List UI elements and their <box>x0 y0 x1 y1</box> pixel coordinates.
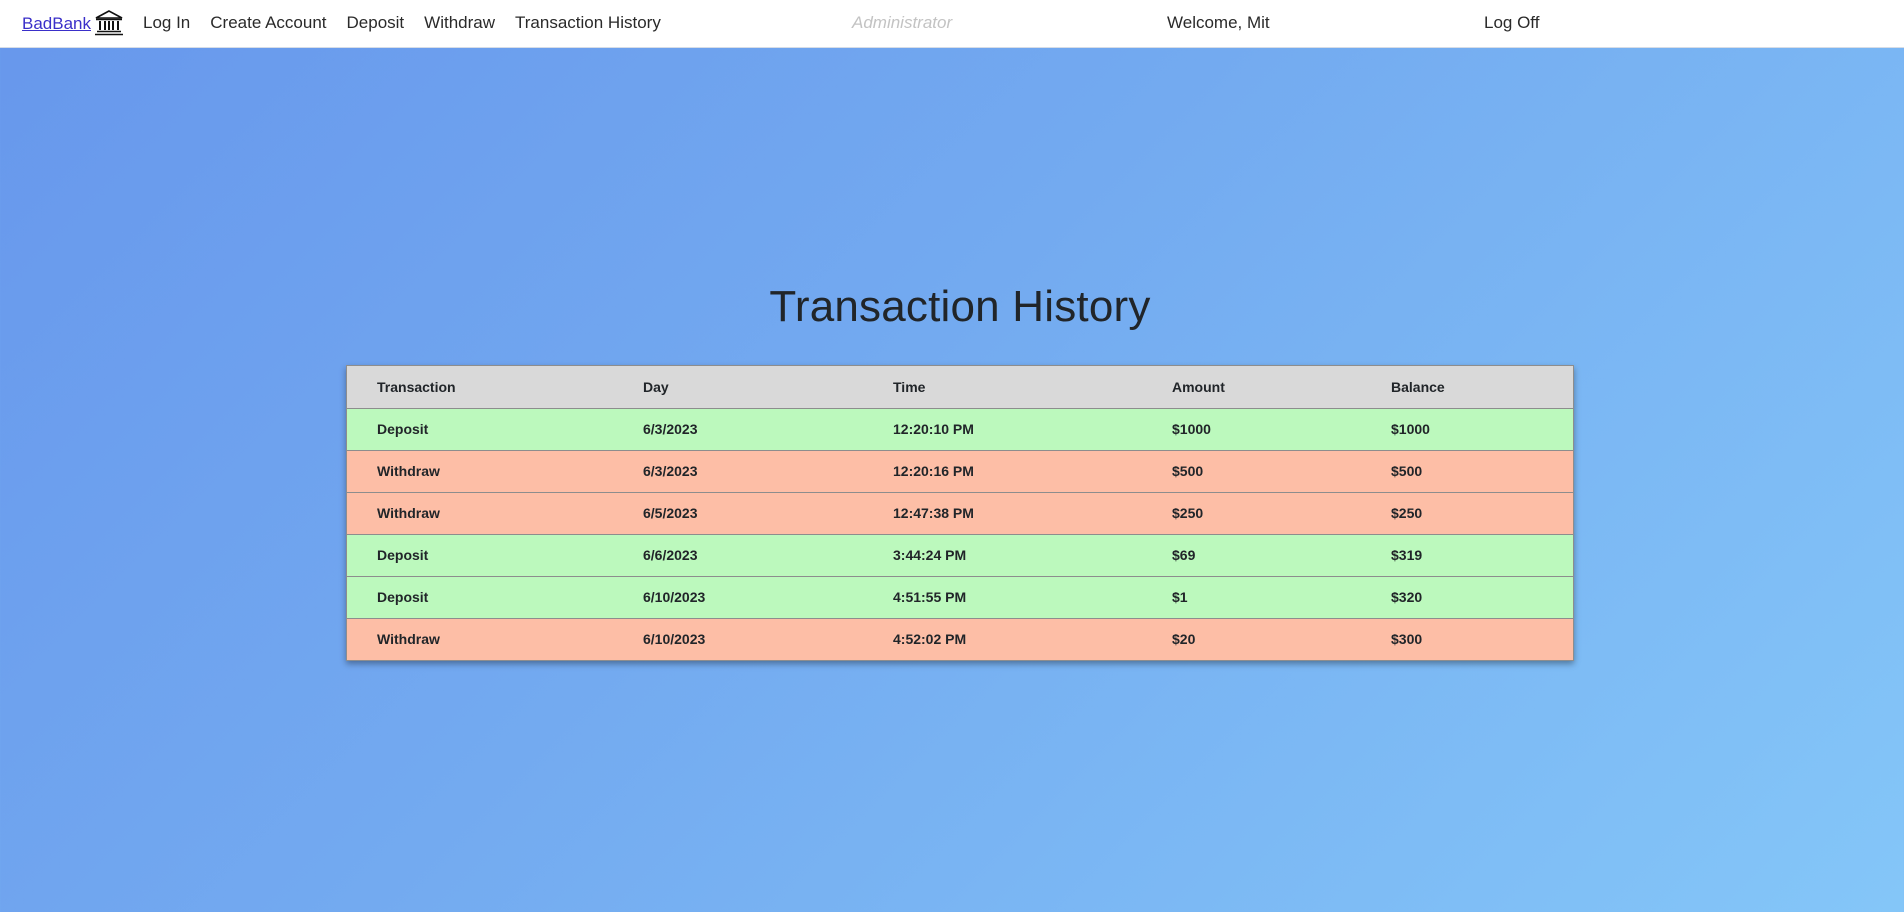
cell-balance: $250 <box>1391 492 1573 535</box>
nav-login[interactable]: Log In <box>143 13 190 33</box>
brand-label[interactable]: BadBank <box>22 14 91 34</box>
cell-time: 12:47:38 PM <box>893 492 1172 535</box>
bank-icon[interactable] <box>94 10 124 36</box>
nav-withdraw[interactable]: Withdraw <box>424 13 495 33</box>
column-header-amount: Amount <box>1172 366 1391 409</box>
column-header-transaction: Transaction <box>347 366 643 409</box>
column-header-balance: Balance <box>1391 366 1573 409</box>
column-header-day: Day <box>643 366 893 409</box>
cell-transaction: Withdraw <box>347 492 643 535</box>
cell-balance: $1000 <box>1391 408 1573 451</box>
cell-day: 6/10/2023 <box>643 576 893 619</box>
cell-balance: $320 <box>1391 576 1573 619</box>
cell-transaction: Deposit <box>347 534 643 577</box>
table-row: Withdraw 6/5/2023 12:47:38 PM $250 $250 <box>347 492 1573 535</box>
table-row: Deposit 6/6/2023 3:44:24 PM $69 $319 <box>347 534 1573 577</box>
logoff-link[interactable]: Log Off <box>1484 13 1539 33</box>
cell-amount: $69 <box>1172 534 1391 577</box>
cell-time: 12:20:16 PM <box>893 450 1172 493</box>
cell-time: 4:52:02 PM <box>893 618 1172 660</box>
cell-amount: $250 <box>1172 492 1391 535</box>
cell-time: 12:20:10 PM <box>893 408 1172 451</box>
cell-day: 6/10/2023 <box>643 618 893 660</box>
column-header-time: Time <box>893 366 1172 409</box>
nav-create-account[interactable]: Create Account <box>210 13 326 33</box>
cell-amount: $500 <box>1172 450 1391 493</box>
cell-balance: $319 <box>1391 534 1573 577</box>
table-row: Deposit 6/3/2023 12:20:10 PM $1000 $1000 <box>347 408 1573 451</box>
nav-transaction-history[interactable]: Transaction History <box>515 13 661 33</box>
cell-time: 3:44:24 PM <box>893 534 1172 577</box>
navbar: BadBank Log In Create Account Deposit Wi… <box>0 0 1904 48</box>
cell-time: 4:51:55 PM <box>893 576 1172 619</box>
cell-day: 6/5/2023 <box>643 492 893 535</box>
nav-deposit[interactable]: Deposit <box>347 13 405 33</box>
cell-amount: $1 <box>1172 576 1391 619</box>
nav-links: Log In Create Account Deposit Withdraw T… <box>143 13 681 33</box>
cell-day: 6/3/2023 <box>643 450 893 493</box>
cell-transaction: Deposit <box>347 408 643 451</box>
cell-amount: $20 <box>1172 618 1391 660</box>
page-title: Transaction History <box>769 282 1151 331</box>
cell-day: 6/3/2023 <box>643 408 893 451</box>
brand-link[interactable]: BadBank <box>22 10 124 36</box>
cell-day: 6/6/2023 <box>643 534 893 577</box>
table-row: Withdraw 6/3/2023 12:20:16 PM $500 $500 <box>347 450 1573 493</box>
cell-transaction: Deposit <box>347 576 643 619</box>
table-row: Withdraw 6/10/2023 4:52:02 PM $20 $300 <box>347 618 1573 660</box>
welcome-message: Welcome, Mit <box>1167 13 1270 32</box>
nav-administrator: Administrator <box>852 13 953 32</box>
cell-balance: $300 <box>1391 618 1573 660</box>
transaction-table-card: Transaction Day Time Amount Balance Depo… <box>346 365 1574 661</box>
cell-transaction: Withdraw <box>347 618 643 660</box>
table-header-row: Transaction Day Time Amount Balance <box>347 366 1573 409</box>
transaction-table: Transaction Day Time Amount Balance Depo… <box>347 366 1573 660</box>
cell-amount: $1000 <box>1172 408 1391 451</box>
table-row: Deposit 6/10/2023 4:51:55 PM $1 $320 <box>347 576 1573 619</box>
cell-balance: $500 <box>1391 450 1573 493</box>
cell-transaction: Withdraw <box>347 450 643 493</box>
